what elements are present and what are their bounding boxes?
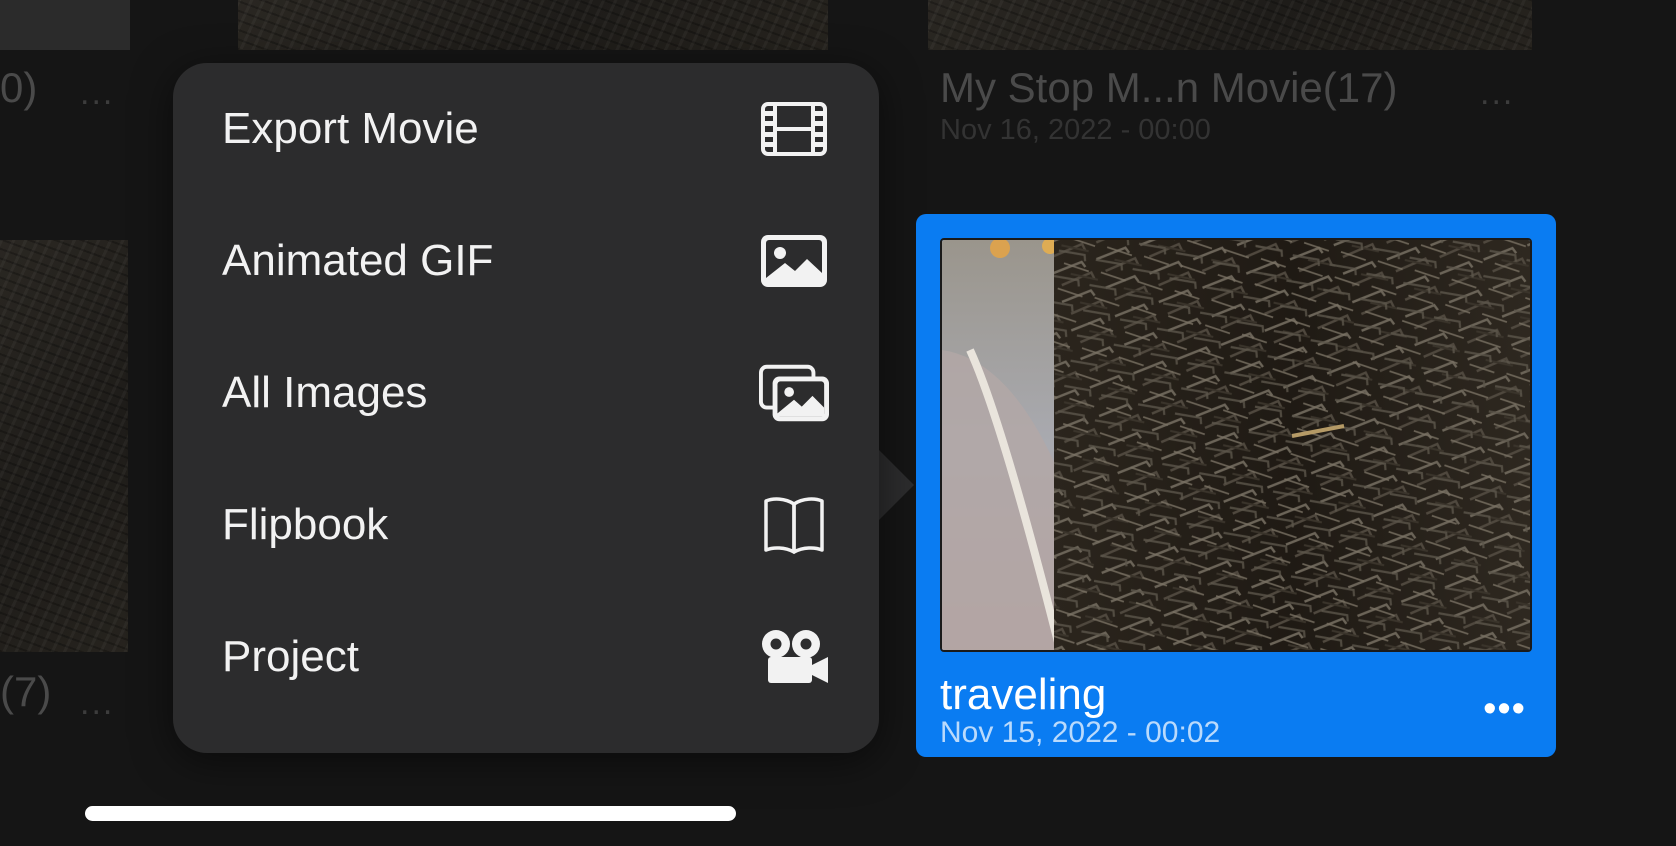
menu-item-all-images[interactable]: All Images: [173, 327, 879, 459]
menu-item-label: Export Movie: [222, 104, 479, 153]
menu-item-label: All Images: [222, 368, 428, 417]
background-project-title: 0): [0, 64, 38, 111]
background-thumbnail: [0, 240, 128, 652]
screen: 0) ... My Stop M...n Movie(17) Nov 16, 2…: [0, 0, 1676, 846]
export-menu: Export Movie Animated GIF All Images Fli…: [173, 63, 879, 753]
home-indicator[interactable]: [85, 806, 736, 821]
project-title: traveling: [940, 670, 1107, 719]
photo-icon: [759, 226, 829, 296]
menu-item-flipbook[interactable]: Flipbook: [173, 459, 879, 591]
project-date: Nov 15, 2022 - 00:02: [940, 716, 1221, 749]
background-thumbnail: [0, 0, 130, 50]
background-project-date: Nov 16, 2022 - 00:00: [940, 114, 1211, 146]
background-thumbnail: [928, 0, 1532, 50]
film-icon: [759, 94, 829, 164]
menu-item-animated-gif[interactable]: Animated GIF: [173, 195, 879, 327]
background-more-button: ...: [1480, 74, 1515, 112]
menu-item-label: Animated GIF: [222, 236, 494, 285]
background-project-title: (7): [0, 668, 52, 715]
menu-item-export-movie[interactable]: Export Movie: [173, 63, 879, 195]
menu-item-label: Project: [222, 632, 359, 681]
background-more-button: ...: [80, 684, 115, 722]
background-thumbnail: [238, 0, 828, 50]
project-thumbnail[interactable]: [940, 238, 1532, 652]
menu-item-label: Flipbook: [222, 500, 389, 549]
background-more-button: ...: [80, 74, 115, 112]
photo-stack-icon: [759, 358, 829, 428]
book-icon: [759, 490, 829, 560]
video-camera-icon: [759, 622, 829, 692]
menu-item-project[interactable]: Project: [173, 591, 879, 723]
more-options-button[interactable]: •••: [1483, 690, 1526, 728]
background-project-title: My Stop M...n Movie(17): [940, 64, 1398, 111]
selected-project-card[interactable]: traveling Nov 15, 2022 - 00:02 •••: [916, 214, 1556, 757]
